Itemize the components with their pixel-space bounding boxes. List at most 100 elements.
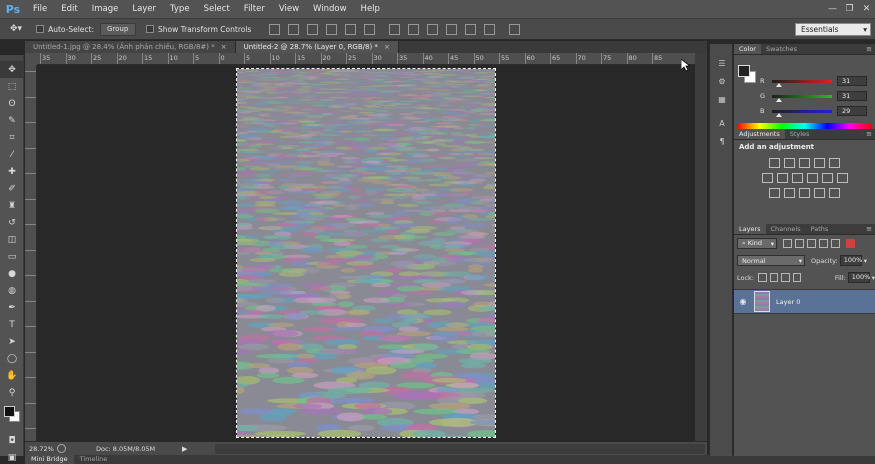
distribute-left-icon[interactable] bbox=[446, 23, 458, 35]
visibility-eye-icon[interactable]: ◉ bbox=[734, 297, 752, 306]
tab-swatches[interactable]: Swatches bbox=[761, 44, 802, 54]
restore-icon[interactable]: ❐ bbox=[841, 0, 858, 18]
filter-pixel-icon[interactable] bbox=[783, 239, 792, 248]
brightness-icon[interactable] bbox=[769, 158, 780, 168]
slider-knob[interactable] bbox=[775, 112, 782, 117]
horizontal-ruler[interactable]: 35 30 25 20 15 10 5 0 5 10 15 20 25 30 35 40 45 50 55 60 65 7… bbox=[37, 53, 695, 65]
menu-image[interactable]: Image bbox=[85, 0, 126, 18]
color-balance-icon[interactable] bbox=[776, 173, 788, 183]
panel-menu-icon[interactable]: ≡ bbox=[866, 129, 872, 140]
auto-align-icon[interactable] bbox=[509, 23, 521, 35]
status-info-icon[interactable] bbox=[57, 444, 66, 453]
tab-styles[interactable]: Styles bbox=[785, 129, 815, 139]
chevron-down-icon[interactable]: ▾ bbox=[872, 274, 875, 282]
type-tool-icon[interactable]: T bbox=[0, 316, 24, 333]
menu-help[interactable]: Help bbox=[354, 0, 387, 18]
black-white-icon[interactable] bbox=[791, 173, 803, 183]
properties-icon[interactable]: ▦ bbox=[710, 90, 734, 108]
actions-icon[interactable]: ⚙ bbox=[710, 72, 734, 90]
quick-mask-icon[interactable]: ◘ bbox=[0, 432, 24, 449]
chevron-down-icon[interactable]: ▾ bbox=[864, 257, 867, 265]
align-top-icon[interactable] bbox=[269, 23, 281, 35]
menu-layer[interactable]: Layer bbox=[125, 0, 163, 18]
tab-timeline[interactable]: Timeline bbox=[74, 455, 114, 464]
tab-mini-bridge[interactable]: Mini Bridge bbox=[25, 455, 74, 464]
filter-type-icon[interactable] bbox=[807, 239, 816, 248]
invert-icon[interactable] bbox=[769, 188, 780, 198]
align-bottom-icon[interactable] bbox=[307, 23, 319, 35]
character-icon[interactable]: A bbox=[710, 114, 734, 132]
move-tool-preset-icon[interactable]: ✥▾ bbox=[10, 24, 22, 34]
healing-brush-tool-icon[interactable]: ✚ bbox=[0, 163, 24, 180]
gradient-tool-icon[interactable]: ▭ bbox=[0, 248, 24, 265]
channel-mixer-icon[interactable] bbox=[821, 173, 833, 183]
clone-stamp-tool-icon[interactable]: ♜ bbox=[0, 197, 24, 214]
layer-kind-filter[interactable]: ⌕ Kind ▾ bbox=[737, 238, 777, 249]
distribute-bottom-icon[interactable] bbox=[427, 23, 439, 35]
history-icon[interactable]: ☰ bbox=[710, 54, 734, 72]
ruler-origin[interactable] bbox=[25, 53, 37, 65]
canvas-area[interactable] bbox=[37, 65, 695, 441]
close-icon[interactable]: × bbox=[384, 43, 390, 51]
history-brush-tool-icon[interactable]: ↺ bbox=[0, 214, 24, 231]
auto-select-dropdown[interactable]: Group bbox=[100, 22, 136, 36]
menu-file[interactable]: File bbox=[26, 0, 54, 18]
workspace-switcher[interactable]: Essentials ▾ bbox=[795, 23, 871, 36]
curves-icon[interactable] bbox=[799, 158, 810, 168]
tab-untitled-1[interactable]: Untitled-1.jpg @ 28.4% (Ảnh phản chiếu, … bbox=[25, 41, 236, 53]
align-vcenter-icon[interactable] bbox=[288, 23, 300, 35]
align-hcenter-icon[interactable] bbox=[345, 23, 357, 35]
tab-channels[interactable]: Channels bbox=[766, 224, 806, 234]
menu-view[interactable]: View bbox=[272, 0, 306, 18]
threshold-icon[interactable] bbox=[799, 188, 810, 198]
distribute-hcenter-icon[interactable] bbox=[465, 23, 477, 35]
menu-select[interactable]: Select bbox=[197, 0, 237, 18]
distribute-vcenter-icon[interactable] bbox=[408, 23, 420, 35]
lock-pixels-icon[interactable] bbox=[769, 273, 779, 282]
move-tool-icon[interactable]: ✥ bbox=[0, 61, 24, 78]
opacity-input[interactable]: 100% bbox=[839, 255, 862, 266]
lasso-tool-icon[interactable]: ʘ bbox=[0, 95, 24, 112]
minimize-icon[interactable]: — bbox=[824, 0, 841, 18]
vertical-ruler[interactable] bbox=[25, 65, 37, 441]
distribute-top-icon[interactable] bbox=[389, 23, 401, 35]
lock-transparency-icon[interactable] bbox=[758, 273, 767, 282]
channel-value-input[interactable]: 31 bbox=[837, 76, 867, 86]
path-select-tool-icon[interactable]: ➤ bbox=[0, 333, 24, 350]
filter-toggle-icon[interactable] bbox=[845, 239, 855, 248]
lock-all-icon[interactable] bbox=[792, 273, 802, 282]
vibrance-icon[interactable] bbox=[829, 158, 840, 168]
vertical-scrollbar[interactable] bbox=[695, 53, 707, 441]
align-right-icon[interactable] bbox=[364, 23, 376, 35]
close-icon[interactable]: × bbox=[221, 43, 227, 51]
lock-position-icon[interactable] bbox=[781, 273, 790, 282]
horizontal-scrollbar[interactable] bbox=[215, 444, 705, 454]
brush-tool-icon[interactable]: ✐ bbox=[0, 180, 24, 197]
tab-untitled-2[interactable]: Untitled-2 @ 28.7% (Layer 0, RGB/8) * × bbox=[235, 41, 399, 53]
gradient-map-icon[interactable] bbox=[814, 188, 825, 198]
distribute-right-icon[interactable] bbox=[484, 23, 496, 35]
menu-edit[interactable]: Edit bbox=[54, 0, 84, 18]
foreground-color-swatch[interactable] bbox=[4, 406, 15, 417]
close-icon[interactable]: ✕ bbox=[858, 0, 875, 18]
tab-adjustments[interactable]: Adjustments bbox=[734, 129, 785, 139]
channel-value-input[interactable]: 31 bbox=[837, 91, 867, 101]
layer-thumbnail[interactable] bbox=[754, 291, 770, 312]
pen-tool-icon[interactable]: ✒ bbox=[0, 299, 24, 316]
photo-filter-icon[interactable] bbox=[806, 173, 818, 183]
fill-input[interactable]: 100% bbox=[847, 272, 870, 283]
slider-knob[interactable] bbox=[776, 97, 783, 102]
channel-slider[interactable] bbox=[772, 79, 832, 87]
hue-saturation-icon[interactable] bbox=[761, 173, 773, 183]
tab-paths[interactable]: Paths bbox=[806, 224, 834, 234]
levels-icon[interactable] bbox=[784, 158, 795, 168]
paragraph-icon[interactable]: ¶ bbox=[710, 132, 734, 150]
marquee-tool-icon[interactable]: ⬚ bbox=[0, 78, 24, 95]
tab-layers[interactable]: Layers bbox=[734, 224, 766, 234]
posterize-icon[interactable] bbox=[784, 188, 795, 198]
auto-select-checkbox[interactable] bbox=[36, 25, 45, 33]
filter-shape-icon[interactable] bbox=[819, 239, 828, 248]
panel-menu-icon[interactable]: ≡ bbox=[866, 44, 872, 55]
eyedropper-tool-icon[interactable]: ⁄ bbox=[0, 146, 24, 163]
filter-smart-object-icon[interactable] bbox=[831, 239, 840, 248]
